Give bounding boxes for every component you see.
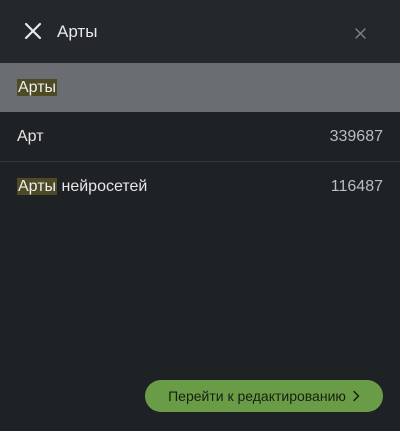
chevron-right-icon [352, 390, 360, 402]
search-input[interactable] [57, 19, 337, 45]
suggestion-row[interactable]: Арты нейросетей 116487 [0, 162, 400, 211]
suggestion-count: 116487 [330, 177, 383, 195]
suggestion-label: Арты нейросетей [17, 177, 148, 195]
go-to-editing-button[interactable]: Перейти к редактированию [145, 380, 383, 412]
suggestion-label: Арты [17, 78, 58, 97]
suggestion-count: 339687 [329, 127, 383, 145]
suggestion-row[interactable]: Арт 339687 [0, 112, 400, 161]
clear-icon [354, 27, 366, 39]
close-button[interactable] [20, 18, 46, 44]
match-highlight: Арты [17, 177, 58, 195]
close-icon [24, 22, 42, 40]
clear-button[interactable] [350, 23, 370, 43]
suggestion-row[interactable]: Арты [0, 63, 400, 112]
suggestion-label: Арт [17, 127, 44, 145]
search-bar [0, 0, 400, 63]
go-to-editing-label: Перейти к редактированию [168, 388, 346, 404]
match-highlight: Арты [17, 78, 58, 96]
search-screen: Арты Арт 339687 Арты нейросетей 116487 П… [0, 0, 400, 431]
